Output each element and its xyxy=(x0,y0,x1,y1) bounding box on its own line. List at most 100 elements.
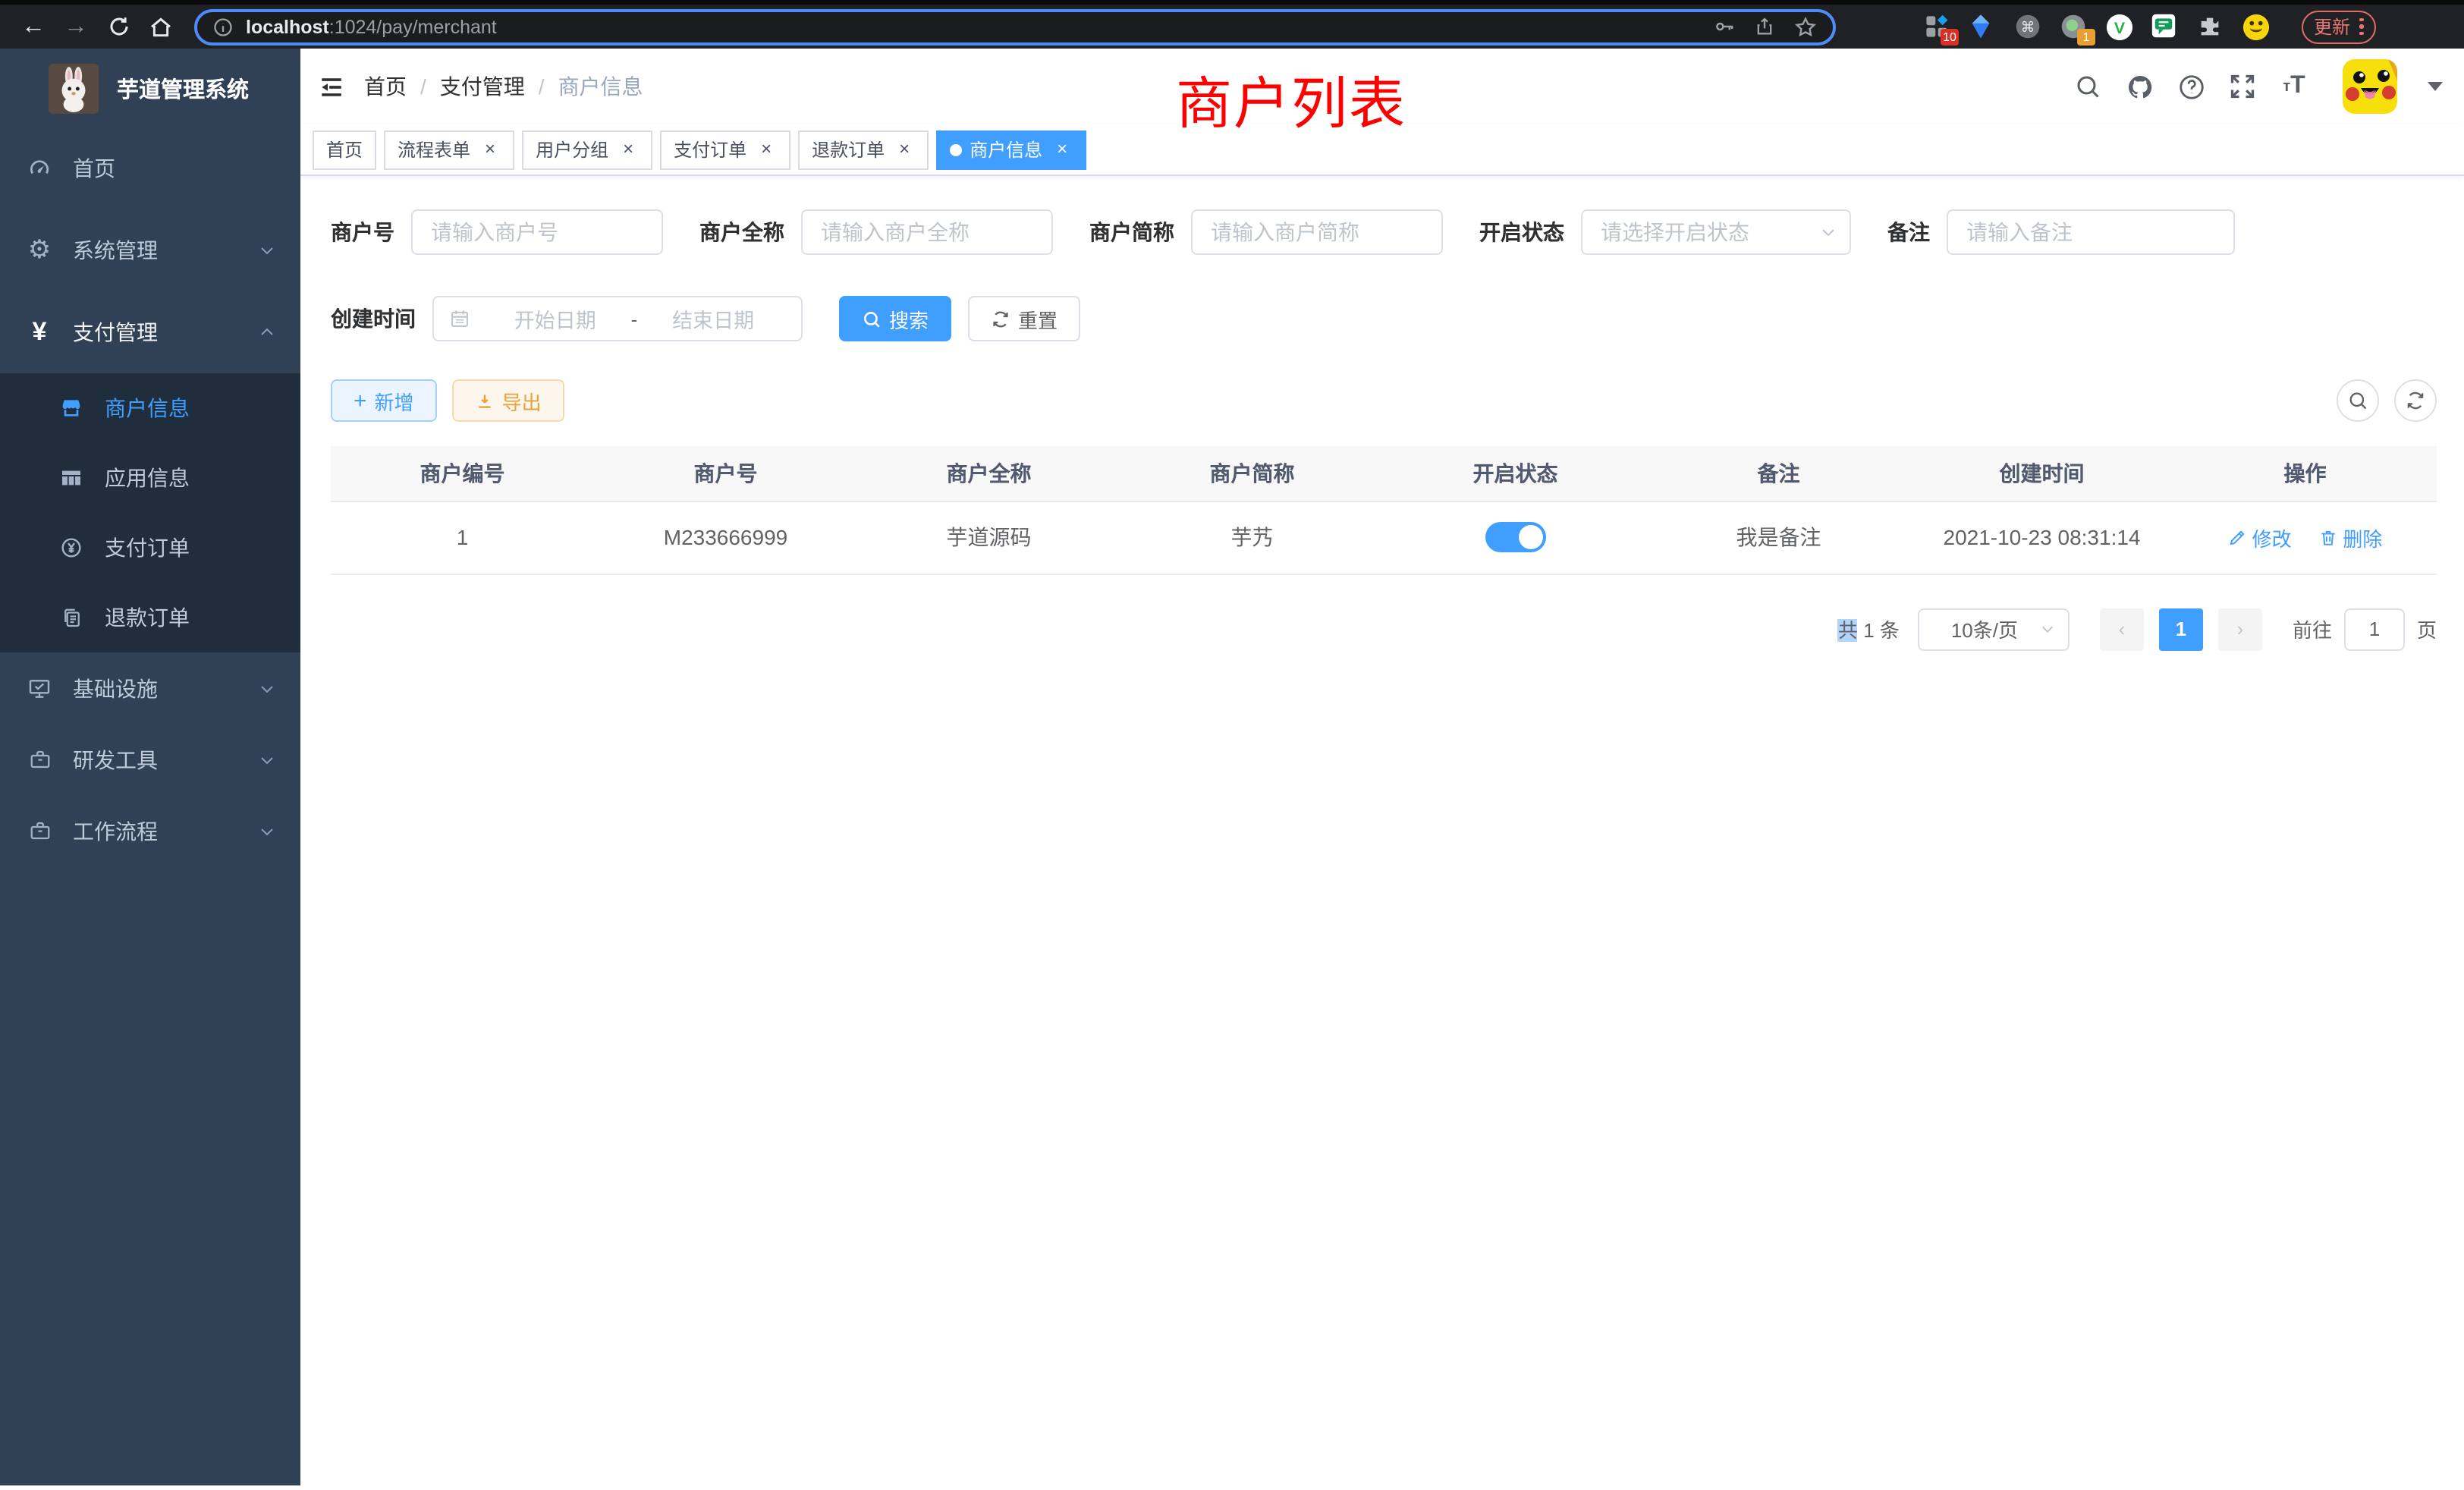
toggle-search-button[interactable] xyxy=(2337,379,2379,422)
sidebar-item-refund-orders[interactable]: 退款订单 xyxy=(0,583,300,652)
cell-actions: 修改 删除 xyxy=(2173,501,2437,574)
search-button[interactable]: 搜索 xyxy=(839,296,951,341)
extension-badge: 1 xyxy=(2077,29,2095,46)
search-form-row-2: 创建时间 开始日期 - 结束日期 搜索 xyxy=(331,296,2437,341)
export-button[interactable]: 导出 xyxy=(452,379,564,422)
close-icon[interactable]: × xyxy=(479,139,501,160)
tab-user-group[interactable]: 用户分组 × xyxy=(522,130,652,169)
sidebar-item-dev-tools[interactable]: 研发工具 xyxy=(0,724,300,795)
tab-merchant-info[interactable]: 商户信息 × xyxy=(936,130,1086,169)
sidebar-item-app-info[interactable]: 应用信息 xyxy=(0,443,300,513)
browser-back-button[interactable]: ← xyxy=(12,7,55,46)
status-select-input[interactable] xyxy=(1581,209,1851,255)
delete-link[interactable]: 删除 xyxy=(2318,523,2382,552)
status-select[interactable] xyxy=(1581,209,1851,255)
extension-vue-icon[interactable]: V xyxy=(2106,14,2132,39)
start-date-placeholder[interactable]: 开始日期 xyxy=(482,303,628,334)
page-1-button[interactable]: 1 xyxy=(2159,608,2203,650)
user-avatar[interactable] xyxy=(2343,59,2397,114)
edit-link[interactable]: 修改 xyxy=(2228,523,2292,552)
sidebar-item-payment[interactable]: ¥ 支付管理 xyxy=(0,291,300,373)
browser-home-button[interactable] xyxy=(140,7,182,46)
extension-tiles-icon[interactable]: 10 xyxy=(1924,14,1950,39)
share-icon[interactable] xyxy=(1754,15,1775,38)
tab-home[interactable]: 首页 xyxy=(313,130,376,169)
font-size-icon[interactable]: тT xyxy=(2279,71,2309,102)
extension-recorder-icon[interactable]: 1 xyxy=(2060,14,2086,39)
browser-reload-button[interactable] xyxy=(97,7,140,46)
next-page-button[interactable]: › xyxy=(2218,608,2262,650)
goto-suffix: 页 xyxy=(2417,615,2437,643)
sidebar-toggle-hamburger-icon[interactable] xyxy=(313,68,349,105)
merchant-no-input[interactable] xyxy=(411,209,663,255)
page-size-select[interactable] xyxy=(1918,608,2070,650)
pikachu-avatar-icon xyxy=(2343,59,2397,114)
remark-input[interactable] xyxy=(1947,209,2235,255)
goto-page-input[interactable] xyxy=(2344,608,2405,650)
search-form-row-1: 商户号 商户全称 商户简称 开启状态 xyxy=(331,209,2437,255)
end-date-placeholder[interactable]: 结束日期 xyxy=(640,303,786,334)
bookmark-star-icon[interactable] xyxy=(1793,14,1818,39)
github-icon[interactable] xyxy=(2124,71,2154,102)
form-item-full-name: 商户全称 xyxy=(699,209,1053,255)
tab-pay-orders[interactable]: 支付订单 × xyxy=(660,130,790,169)
browser-forward-button[interactable]: → xyxy=(55,7,97,46)
svg-text:V: V xyxy=(2114,18,2126,37)
extension-command-icon[interactable]: ⌘ xyxy=(2015,14,2041,39)
site-info-icon[interactable] xyxy=(212,16,234,37)
page-size-input[interactable] xyxy=(1918,608,2070,650)
col-status: 开启状态 xyxy=(1384,446,1647,501)
extension-chat-icon[interactable] xyxy=(2151,14,2177,39)
table-header-row: 商户编号 商户号 商户全称 商户简称 开启状态 备注 创建时间 操作 xyxy=(331,446,2437,501)
reset-button[interactable]: 重置 xyxy=(968,296,1080,341)
sidebar-item-label: 支付订单 xyxy=(105,533,276,563)
sidebar-item-label: 基础设施 xyxy=(73,673,258,703)
extension-gem-icon[interactable] xyxy=(1969,14,1995,39)
fullscreen-icon[interactable] xyxy=(2227,71,2258,102)
prev-page-button[interactable]: ‹ xyxy=(2100,608,2144,650)
home-icon xyxy=(149,14,173,39)
close-icon[interactable]: × xyxy=(894,139,915,160)
profile-emoji-icon[interactable] xyxy=(2242,14,2268,39)
cell-merchant-id: 1 xyxy=(331,501,594,574)
status-toggle[interactable] xyxy=(1485,522,1546,552)
merchant-no-label: 商户号 xyxy=(331,217,394,247)
tab-refund-orders[interactable]: 退款订单 × xyxy=(798,130,929,169)
sidebar-item-infrastructure[interactable]: 基础设施 xyxy=(0,652,300,724)
cell-create-time: 2021-10-23 08:31:14 xyxy=(1910,501,2173,574)
date-range-picker[interactable]: 开始日期 - 结束日期 xyxy=(432,296,803,341)
sidebar-item-home[interactable]: 首页 xyxy=(0,127,300,209)
sidebar-logo[interactable]: 芋道管理系统 xyxy=(0,49,300,127)
reset-button-label: 重置 xyxy=(1018,304,1058,333)
sidebar-item-system[interactable]: ⚙ 系统管理 xyxy=(0,209,300,291)
dashboard-icon xyxy=(26,156,53,181)
sidebar-item-merchant-info[interactable]: 商户信息 xyxy=(0,373,300,443)
tab-process-form[interactable]: 流程表单 × xyxy=(384,130,514,169)
sidebar-item-workflow[interactable]: 工作流程 xyxy=(0,795,300,866)
avatar-caret-icon[interactable] xyxy=(2428,82,2443,91)
search-icon[interactable] xyxy=(2073,71,2103,102)
cell-short-name: 芋艿 xyxy=(1120,501,1384,574)
col-full-name: 商户全称 xyxy=(857,446,1120,501)
url-bar[interactable]: localhost:1024/pay/merchant xyxy=(194,8,1836,45)
breadcrumb-payment[interactable]: 支付管理 xyxy=(440,71,525,102)
refresh-table-button[interactable] xyxy=(2394,379,2437,422)
export-button-label: 导出 xyxy=(502,386,542,415)
short-name-input[interactable] xyxy=(1191,209,1443,255)
breadcrumb-home[interactable]: 首页 xyxy=(364,71,407,102)
sidebar-item-pay-orders[interactable]: 支付订单 xyxy=(0,513,300,583)
monitor-check-icon xyxy=(26,676,53,700)
search-button-label: 搜索 xyxy=(889,304,929,333)
payment-submenu: 商户信息 应用信息 支付订单 xyxy=(0,373,300,652)
close-icon[interactable]: × xyxy=(1051,139,1073,160)
help-icon[interactable] xyxy=(2176,71,2206,102)
add-button[interactable]: + 新增 xyxy=(331,379,437,422)
col-remark: 备注 xyxy=(1647,446,1910,501)
close-icon[interactable]: × xyxy=(756,139,777,160)
extensions-puzzle-icon[interactable] xyxy=(2197,14,2223,39)
browser-update-button[interactable]: 更新 xyxy=(2302,10,2375,43)
close-icon[interactable]: × xyxy=(618,139,639,160)
browser-menu-icon[interactable] xyxy=(2359,18,2363,36)
password-key-icon[interactable] xyxy=(1713,15,1736,38)
full-name-input[interactable] xyxy=(801,209,1053,255)
